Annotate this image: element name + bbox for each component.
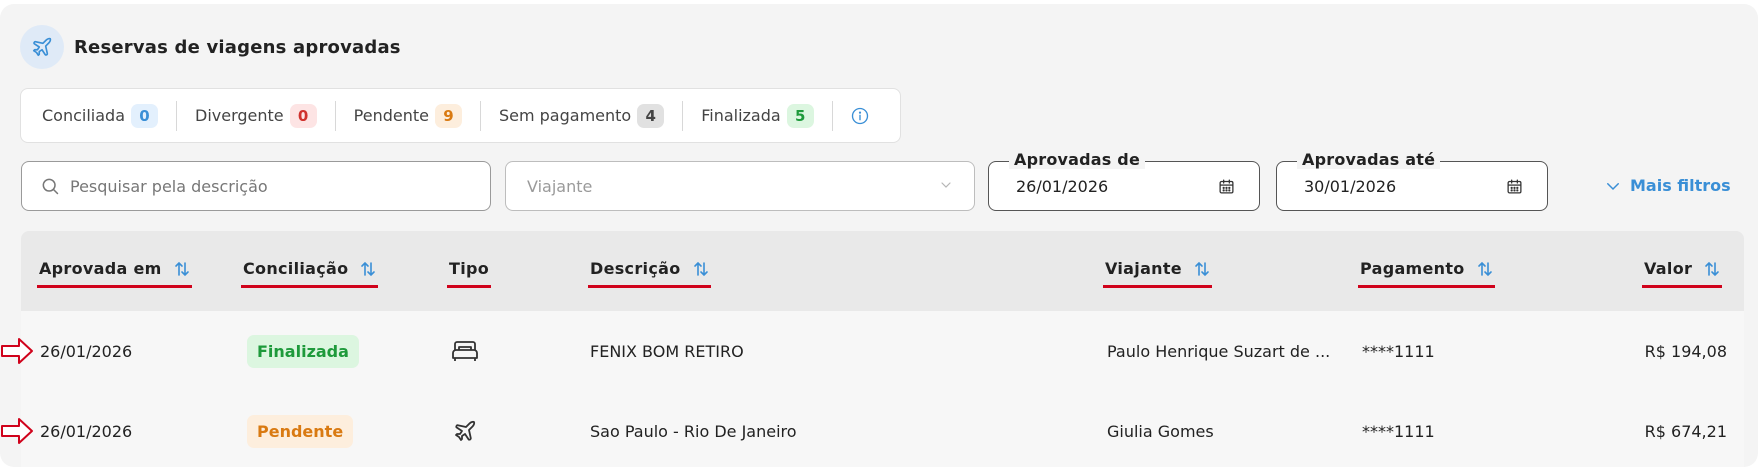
column-approved-at[interactable]: Aprovada em	[37, 259, 192, 288]
approved-to-value: 30/01/2026	[1304, 176, 1397, 196]
status-pendente[interactable]: Pendente 9	[354, 89, 462, 142]
column-description[interactable]: Descrição	[588, 259, 711, 288]
status-conciliada[interactable]: Conciliada 0	[42, 89, 158, 142]
column-payment[interactable]: Pagamento	[1358, 259, 1495, 288]
column-label: Descrição	[590, 259, 681, 278]
divider	[682, 100, 684, 131]
status-count-badge: 5	[786, 103, 814, 128]
column-label: Pagamento	[1360, 259, 1465, 278]
divider	[479, 100, 481, 131]
cell-value: R$ 194,08	[1644, 341, 1727, 361]
status-label: Sem pagamento	[498, 106, 632, 125]
column-reconciliation[interactable]: Conciliação	[241, 259, 379, 288]
annotation-underline	[1103, 285, 1212, 288]
column-label: Aprovada em	[39, 259, 162, 278]
column-label: Valor	[1644, 259, 1693, 278]
table-header: Aprovada em Conciliação Tipo Descrição V…	[21, 231, 1744, 311]
status-label: Divergente	[195, 106, 284, 125]
status-count-badge: 4	[637, 103, 665, 128]
cell-traveler: Paulo Henrique Suzart de ...	[1107, 341, 1331, 361]
cell-reconciliation: Finalizada	[247, 311, 359, 391]
calendar-icon[interactable]	[1218, 178, 1235, 195]
more-filters-button[interactable]: Mais filtros	[1604, 176, 1731, 195]
annotation-underline	[37, 285, 192, 288]
info-icon[interactable]	[851, 107, 869, 125]
column-label: Viajante	[1105, 259, 1182, 278]
cell-approved-at: 26/01/2026	[40, 421, 133, 441]
column-label: Tipo	[449, 259, 490, 278]
cell-value: R$ 674,21	[1644, 421, 1727, 441]
table-row[interactable]: 26/01/2026 Finalizada FENIX BOM RETIRO P…	[1, 311, 1744, 391]
search-placeholder: Pesquisar pela descrição	[70, 176, 268, 196]
annotation-underline	[241, 285, 379, 288]
traveler-select[interactable]: Viajante	[505, 161, 975, 211]
sort-icon[interactable]	[360, 261, 376, 277]
bed-icon	[451, 311, 479, 391]
approved-to-label: Aprovadas até	[1297, 150, 1441, 169]
status-badge: Finalizada	[247, 334, 359, 368]
approved-from-date-field[interactable]: Aprovadas de 26/01/2026	[988, 150, 1260, 211]
status-sem-pagamento[interactable]: Sem pagamento 4	[498, 89, 665, 142]
approved-from-label: Aprovadas de	[1009, 150, 1145, 169]
page-title: Reservas de viagens aprovadas	[74, 36, 401, 58]
status-summary-bar: Conciliada 0 Divergente 0 Pendente 9 Sem…	[20, 88, 901, 143]
reservations-table: Aprovada em Conciliação Tipo Descrição V…	[1, 231, 1744, 467]
cell-description: Sao Paulo - Rio De Janeiro	[590, 421, 797, 441]
divider	[831, 100, 833, 131]
status-finalizada[interactable]: Finalizada 5	[701, 89, 814, 142]
chevron-down-icon	[1607, 182, 1619, 190]
search-icon	[42, 178, 59, 195]
status-divergente[interactable]: Divergente 0	[195, 89, 317, 142]
annotation-underline	[1642, 285, 1723, 288]
sort-icon[interactable]	[693, 261, 709, 277]
divider	[334, 100, 336, 131]
annotation-underline	[447, 285, 492, 288]
plane-icon	[20, 25, 64, 69]
status-label: Conciliada	[42, 106, 125, 125]
column-traveler[interactable]: Viajante	[1103, 259, 1212, 288]
calendar-icon[interactable]	[1506, 178, 1523, 195]
status-badge: Pendente	[247, 414, 354, 448]
column-label: Conciliação	[243, 259, 349, 278]
divider	[176, 100, 177, 131]
approved-to-date-field[interactable]: Aprovadas até 30/01/2026	[1276, 150, 1548, 211]
annotation-underline	[1358, 285, 1495, 288]
status-count-badge: 0	[131, 103, 158, 128]
cell-traveler: Giulia Gomes	[1107, 421, 1214, 441]
status-label: Pendente	[353, 106, 429, 125]
cell-description: FENIX BOM RETIRO	[590, 341, 744, 361]
column-type: Tipo	[447, 259, 492, 288]
status-label: Finalizada	[701, 106, 781, 125]
cell-payment: ****1111	[1362, 421, 1435, 441]
annotation-arrow-icon	[1, 338, 33, 364]
sort-icon[interactable]	[1477, 261, 1493, 277]
sort-icon[interactable]	[1704, 261, 1720, 277]
sort-icon[interactable]	[174, 261, 190, 277]
search-input[interactable]: Pesquisar pela descrição	[21, 161, 491, 211]
traveler-placeholder: Viajante	[527, 176, 593, 196]
status-count-badge: 0	[289, 103, 317, 128]
approved-from-value: 26/01/2026	[1016, 176, 1109, 196]
column-value[interactable]: Valor	[1642, 259, 1723, 288]
more-filters-label: Mais filtros	[1630, 176, 1731, 195]
chevron-down-icon	[941, 182, 951, 188]
plane-icon	[453, 391, 477, 467]
table-row[interactable]: 26/01/2026 Pendente Sao Paulo - Rio De J…	[1, 391, 1744, 467]
annotation-underline	[588, 285, 711, 288]
status-count-badge: 9	[434, 103, 462, 128]
annotation-arrow-icon	[1, 418, 33, 444]
reservations-panel: Reservas de viagens aprovadas Conciliada…	[0, 4, 1758, 467]
cell-payment: ****1111	[1362, 341, 1435, 361]
sort-icon[interactable]	[1194, 261, 1210, 277]
page-header: Reservas de viagens aprovadas	[20, 25, 401, 69]
cell-reconciliation: Pendente	[247, 391, 354, 467]
cell-approved-at: 26/01/2026	[40, 341, 133, 361]
